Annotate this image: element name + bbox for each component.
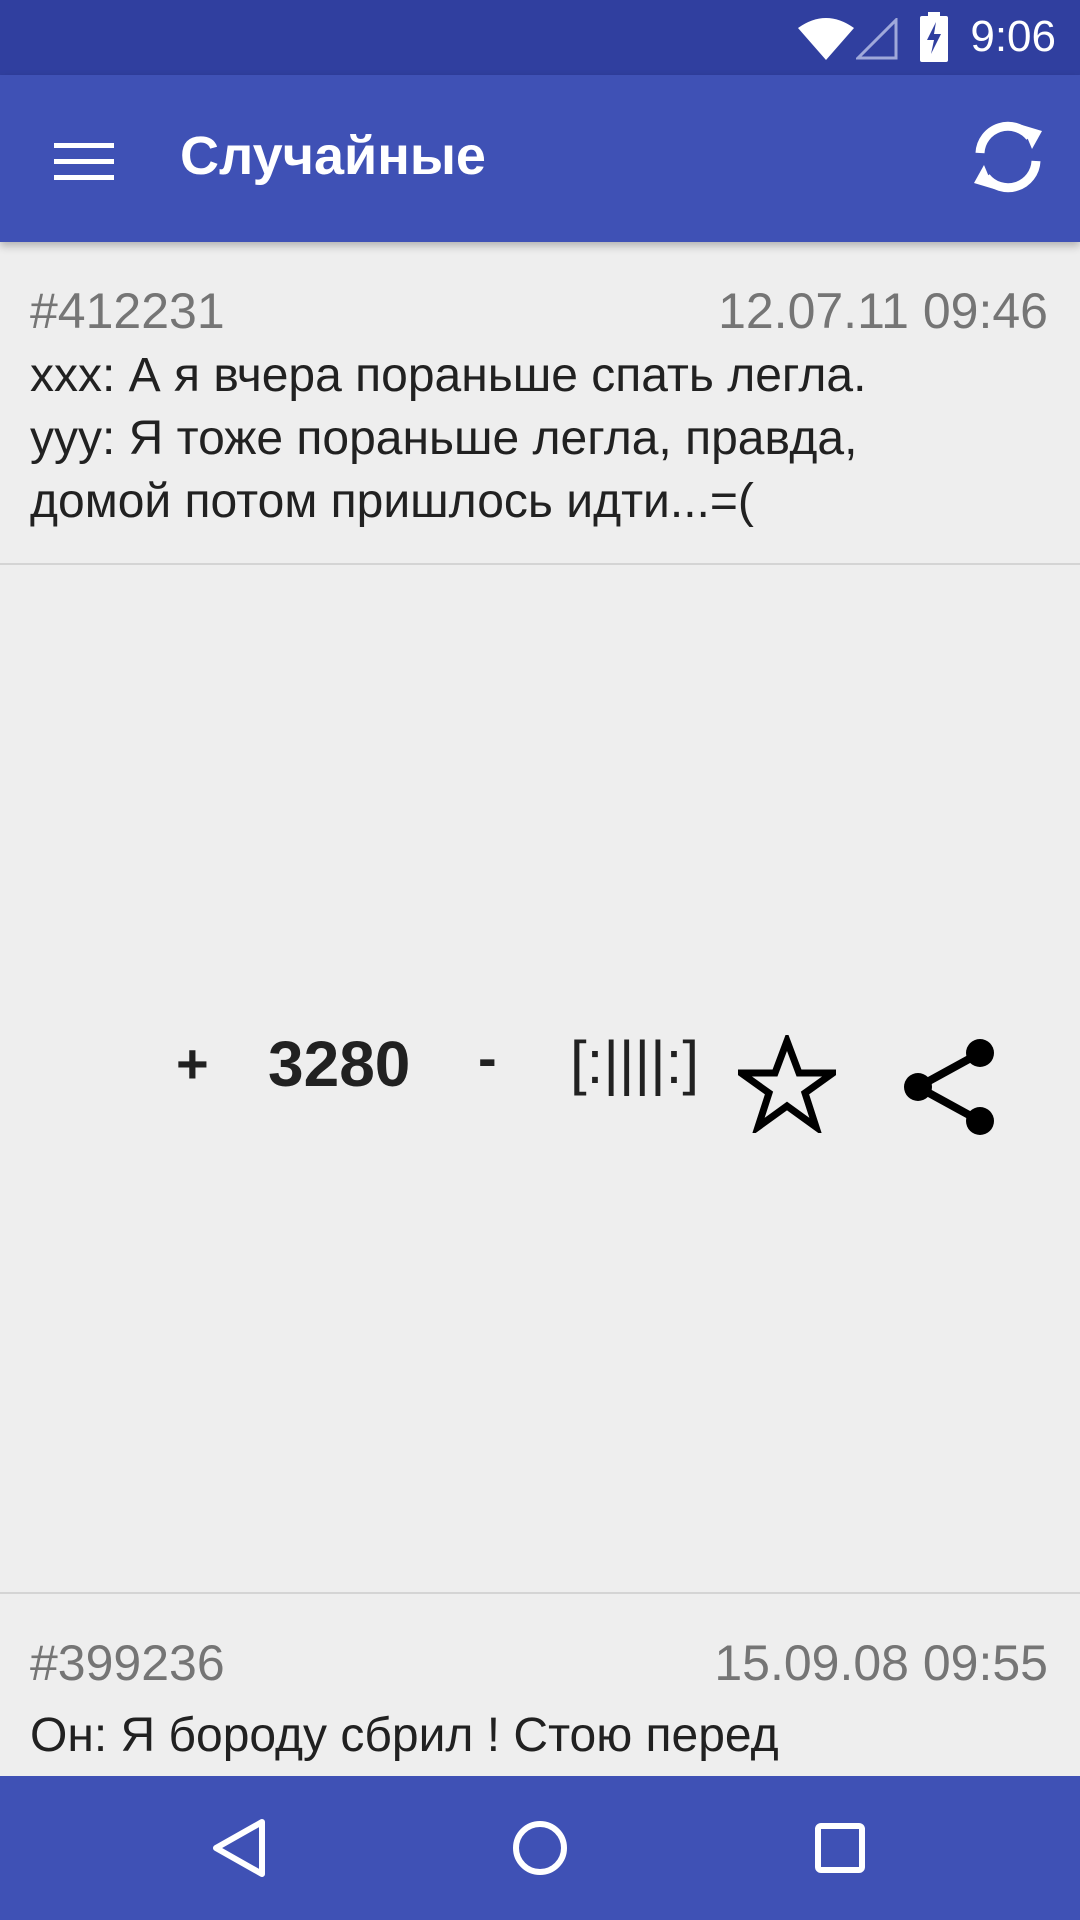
refresh-icon[interactable] — [966, 115, 1050, 199]
hamburger-menu-icon[interactable] — [32, 123, 122, 193]
vote-up-button[interactable]: + — [176, 1031, 209, 1096]
home-icon[interactable] — [504, 1816, 576, 1880]
page-title: Случайные — [180, 126, 486, 186]
quote-header: #412231 12.07.11 09:46 — [0, 242, 1080, 339]
app-bar: Случайные — [0, 75, 1080, 242]
quote-feed[interactable]: #412231 12.07.11 09:46 xxx: А я вчера по… — [0, 242, 1080, 1776]
back-icon[interactable] — [200, 1816, 280, 1880]
quote-score: 3280 — [268, 1028, 411, 1100]
quote-date: 15.09.08 09:55 — [714, 1635, 1048, 1691]
status-time: 9:06 — [970, 12, 1056, 61]
vote-panel: + 3280 - [:||||:] — [0, 565, 1080, 1592]
vote-down-button[interactable]: - — [478, 1025, 497, 1090]
quote-text: Он: Я бороду сбрил ! Стою перед — [30, 1709, 779, 1762]
recents-icon[interactable] — [806, 1816, 874, 1880]
quote-text: xxx: А я вчера пораньше спать легла. ууу… — [30, 349, 867, 528]
wifi-icon — [798, 18, 854, 60]
bayan-button[interactable]: [:||||:] — [570, 1028, 699, 1097]
share-icon[interactable] — [898, 1037, 998, 1137]
quote-card: #399236 15.09.08 09:55 Он: Я бороду сбри… — [0, 1594, 1080, 1767]
quote-header: #399236 15.09.08 09:55 — [0, 1594, 1080, 1691]
cell-signal-icon — [856, 18, 898, 60]
status-bar: 9:06 — [0, 0, 1080, 75]
quote-date: 12.07.11 09:46 — [718, 283, 1048, 339]
navigation-bar — [0, 1776, 1080, 1920]
quote-card: #412231 12.07.11 09:46 xxx: А я вчера по… — [0, 242, 1080, 1594]
star-icon[interactable] — [738, 1035, 836, 1133]
battery-charging-icon — [920, 12, 948, 62]
quote-id[interactable]: #399236 — [30, 1634, 225, 1692]
quote-id[interactable]: #412231 — [30, 282, 225, 340]
